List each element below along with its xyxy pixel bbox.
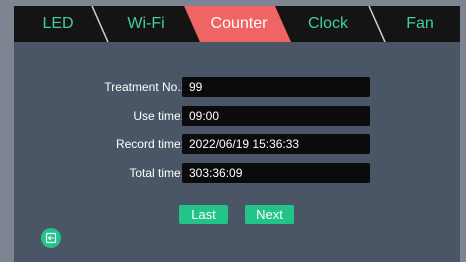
tab-counter[interactable]: Counter xyxy=(192,6,286,42)
use-time-label: Use time: xyxy=(133,109,184,123)
record-time-row: Record time: 2022/06/19 15:36:33 xyxy=(14,134,460,154)
return-arrow-icon xyxy=(45,232,57,244)
treatment-no-row: Treatment No.: 99 xyxy=(14,77,460,97)
tab-led[interactable]: LED xyxy=(28,6,88,42)
last-button[interactable]: Last xyxy=(179,205,228,224)
treatment-no-field[interactable]: 99 xyxy=(182,77,370,97)
tab-clock[interactable]: Clock xyxy=(298,6,358,42)
total-time-row: Total time: 303:36:09 xyxy=(14,163,460,183)
screen-panel: LED Wi-Fi Counter Clock Fan Treatment No… xyxy=(14,6,460,262)
total-time-field[interactable]: 303:36:09 xyxy=(182,163,370,183)
use-time-row: Use time: 09:00 xyxy=(14,106,460,126)
treatment-no-label: Treatment No.: xyxy=(104,80,184,94)
next-button[interactable]: Next xyxy=(245,205,294,224)
total-time-label: Total time: xyxy=(129,166,184,180)
tab-wifi[interactable]: Wi-Fi xyxy=(114,6,178,42)
tab-bar: LED Wi-Fi Counter Clock Fan xyxy=(14,6,460,42)
use-time-field[interactable]: 09:00 xyxy=(182,106,370,126)
back-button[interactable] xyxy=(41,228,61,248)
record-time-label: Record time: xyxy=(115,137,184,151)
record-time-field[interactable]: 2022/06/19 15:36:33 xyxy=(182,134,370,154)
tab-fan[interactable]: Fan xyxy=(392,6,448,42)
